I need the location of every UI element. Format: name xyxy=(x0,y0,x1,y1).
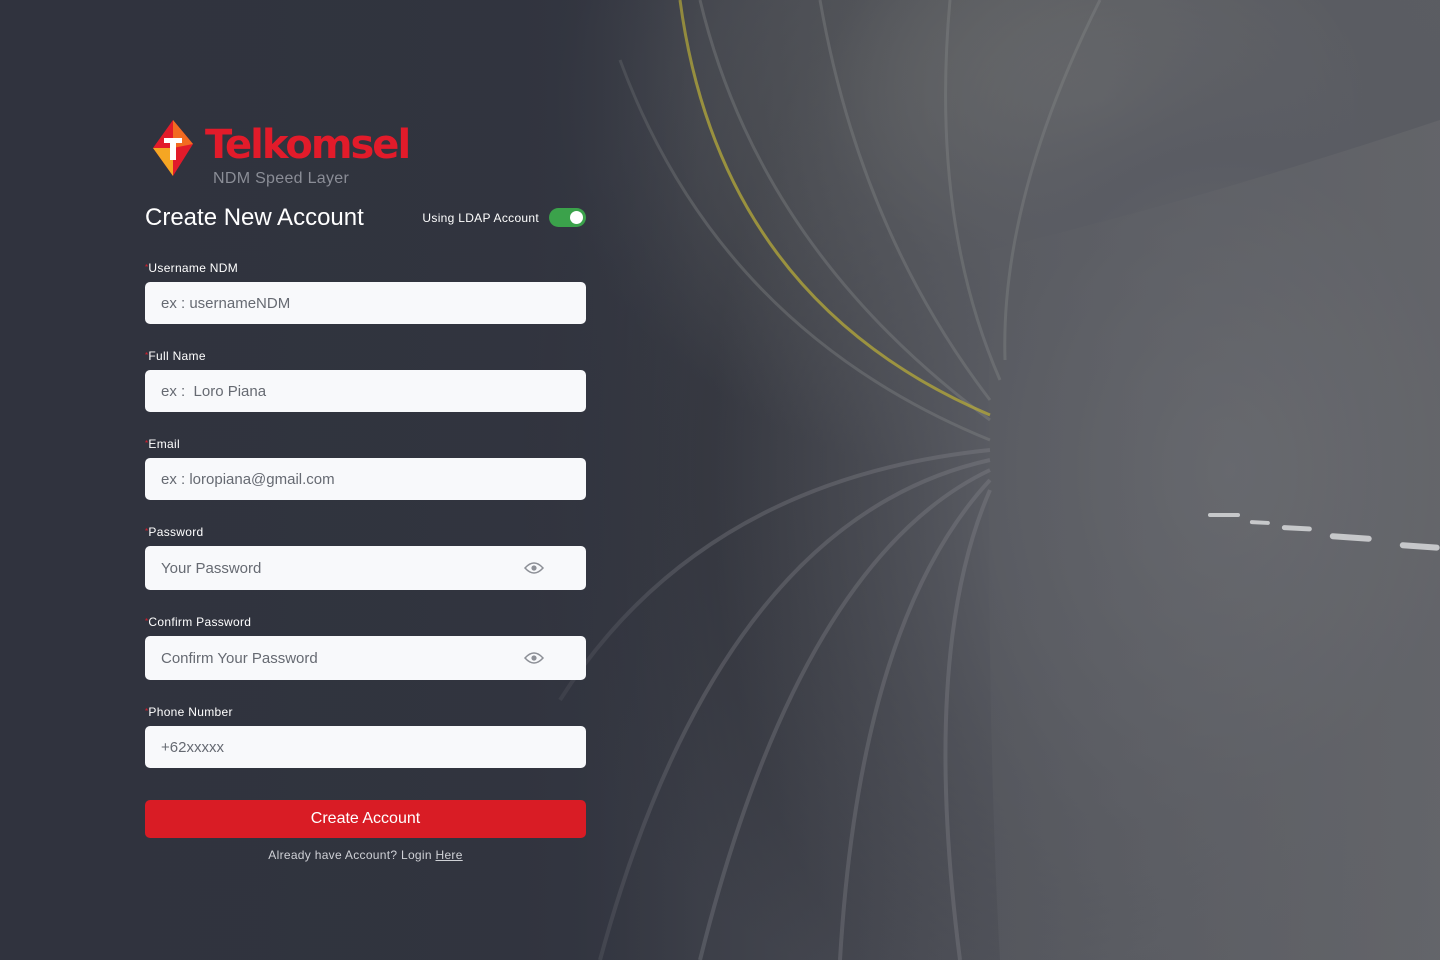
password-input-box xyxy=(145,546,586,590)
page-title: Create New Account xyxy=(145,204,364,231)
email-label-text: Email xyxy=(148,437,180,451)
login-prompt: Already have Account? Login Here xyxy=(145,848,586,862)
confirm-password-field-group: *Confirm Password xyxy=(145,614,586,680)
confirm-password-label: *Confirm Password xyxy=(145,614,586,630)
toggle-knob xyxy=(570,211,583,224)
username-field-group: *Username NDM xyxy=(145,260,586,324)
phone-input-box xyxy=(145,726,586,768)
fullname-label-text: Full Name xyxy=(148,349,206,363)
password-field-group: *Password xyxy=(145,524,586,590)
login-here-link[interactable]: Here xyxy=(435,848,462,862)
email-label: *Email xyxy=(145,436,586,452)
fullname-input[interactable] xyxy=(161,382,570,400)
ldap-toggle[interactable] xyxy=(549,208,586,227)
phone-input[interactable] xyxy=(161,738,570,756)
phone-label: *Phone Number xyxy=(145,704,586,720)
password-input[interactable] xyxy=(161,559,570,577)
phone-field-group: *Phone Number xyxy=(145,704,586,768)
title-row: Create New Account Using LDAP Account xyxy=(145,204,586,262)
telkomsel-logo-icon xyxy=(153,120,193,176)
login-prompt-text: Already have Account? Login xyxy=(268,848,436,862)
brand-subtitle: NDM Speed Layer xyxy=(213,170,350,187)
ldap-toggle-group: Using LDAP Account xyxy=(422,208,586,227)
phone-label-text: Phone Number xyxy=(148,705,233,719)
confirm-password-label-text: Confirm Password xyxy=(148,615,252,629)
email-input-box xyxy=(145,458,586,500)
confirm-password-input-box xyxy=(145,636,586,680)
username-label-text: Username NDM xyxy=(148,261,239,275)
username-input-box xyxy=(145,282,586,324)
eye-icon[interactable] xyxy=(524,561,544,575)
password-label-text: Password xyxy=(148,525,204,539)
confirm-password-input[interactable] xyxy=(161,649,570,667)
create-account-button[interactable]: Create Account xyxy=(145,800,586,838)
brand-name: Telkomsel xyxy=(205,122,411,168)
email-field-group: *Email xyxy=(145,436,586,500)
fullname-label: *Full Name xyxy=(145,348,586,364)
username-label: *Username NDM xyxy=(145,260,586,276)
password-label: *Password xyxy=(145,524,586,540)
email-input[interactable] xyxy=(161,470,570,488)
brand-header: Telkomsel NDM Speed Layer xyxy=(145,118,586,190)
ldap-toggle-label: Using LDAP Account xyxy=(422,210,539,225)
username-input[interactable] xyxy=(161,294,570,312)
fullname-field-group: *Full Name xyxy=(145,348,586,412)
eye-icon[interactable] xyxy=(524,651,544,665)
signup-form: Telkomsel NDM Speed Layer Create New Acc… xyxy=(145,118,586,862)
fullname-input-box xyxy=(145,370,586,412)
